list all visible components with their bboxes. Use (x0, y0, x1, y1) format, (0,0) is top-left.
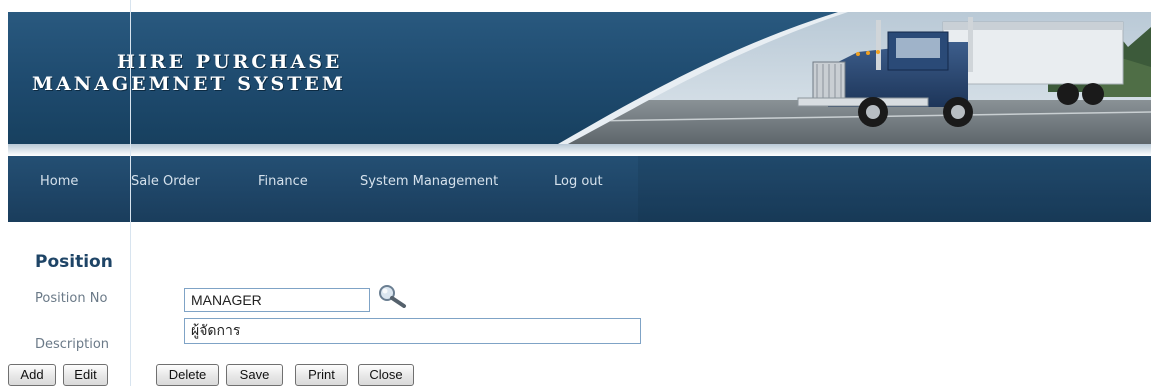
truck-photo (558, 12, 1151, 144)
position-no-label: Position No (35, 291, 108, 306)
edit-button[interactable]: Edit (63, 364, 108, 386)
nav-item-system-management[interactable]: System Management (360, 174, 498, 189)
close-button[interactable]: Close (358, 364, 414, 386)
page-title: Position (35, 252, 113, 272)
header-banner: HIRE PURCHASE MANAGEMNET SYSTEM (8, 12, 1151, 144)
scan-artifact-line (130, 0, 131, 386)
description-input[interactable] (184, 318, 641, 344)
main-nav: Home Sale Order Finance System Managemen… (8, 156, 1151, 222)
nav-item-home[interactable]: Home (40, 174, 78, 189)
save-button[interactable]: Save (226, 364, 283, 386)
nav-item-log-out[interactable]: Log out (554, 174, 603, 189)
delete-button[interactable]: Delete (156, 364, 219, 386)
app-title-line1: HIRE PURCHASE (117, 51, 343, 73)
nav-shade (638, 156, 1151, 222)
magnifier-icon[interactable] (374, 282, 408, 308)
add-button[interactable]: Add (8, 364, 56, 386)
app-title-line2: MANAGEMNET SYSTEM (32, 72, 346, 95)
description-label: Description (35, 337, 110, 352)
page: HIRE PURCHASE MANAGEMNET SYSTEM Home Sal… (0, 0, 1151, 386)
nav-item-sale-order[interactable]: Sale Order (131, 174, 200, 189)
print-button[interactable]: Print (295, 364, 348, 386)
position-no-input[interactable] (184, 288, 370, 312)
app-title: HIRE PURCHASE MANAGEMNET SYSTEM (32, 51, 346, 96)
banner-divider (8, 144, 1151, 156)
nav-item-finance[interactable]: Finance (258, 174, 308, 189)
